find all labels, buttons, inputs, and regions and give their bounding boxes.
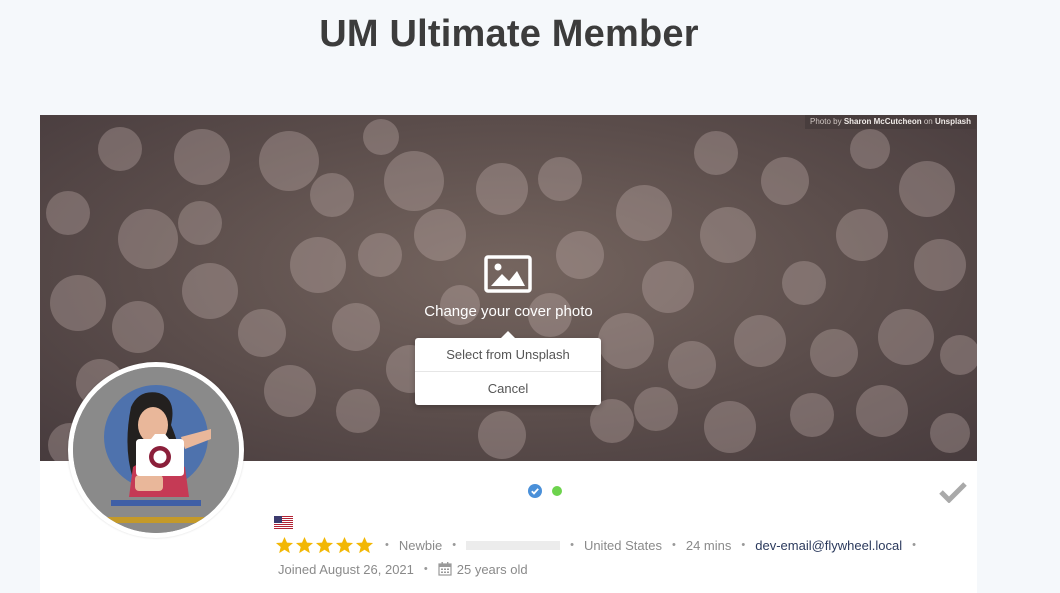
email-link[interactable]: dev-email@flywheel.local: [755, 538, 902, 553]
meta-separator: •: [452, 539, 457, 551]
joined-date: Joined August 26, 2021: [278, 561, 414, 577]
credit-source[interactable]: Unsplash: [935, 117, 971, 126]
verified-badge-icon: [528, 484, 542, 498]
profile-meta-primary: • Newbie • • United States • 24 mins • d…: [275, 535, 926, 555]
cover-photo-menu: Select from Unsplash Cancel: [415, 331, 601, 405]
last-seen: 24 mins: [685, 537, 732, 553]
credit-prefix: Photo by: [810, 117, 842, 126]
credit-author[interactable]: Sharon McCutcheon: [844, 117, 922, 126]
star-icon: [355, 536, 374, 553]
star-icon: [335, 536, 354, 553]
checkmark-icon[interactable]: [939, 481, 967, 503]
online-status-dot: [552, 486, 562, 496]
credit-middle: on: [923, 117, 933, 126]
cancel-option[interactable]: Cancel: [415, 372, 601, 405]
star-icon: [295, 536, 314, 553]
page-title: UM Ultimate Member: [319, 13, 699, 55]
user-role: Newbie: [398, 537, 443, 553]
meta-separator: •: [570, 539, 574, 551]
camera-icon[interactable]: [136, 434, 184, 476]
star-rating: [275, 536, 375, 555]
image-icon[interactable]: [484, 255, 532, 295]
user-age: 25 years old: [456, 561, 528, 577]
profile-meta-secondary: Joined August 26, 2021 • 25 years old: [278, 559, 528, 579]
meta-separator: •: [423, 563, 428, 575]
star-icon: [315, 536, 334, 553]
select-from-unsplash-option[interactable]: Select from Unsplash: [415, 338, 601, 371]
change-cover-label[interactable]: Change your cover photo: [340, 303, 677, 320]
profile-card: Photo by Sharon McCutcheon on Unsplash C…: [40, 115, 977, 593]
meta-separator: •: [912, 539, 916, 551]
profile-photo[interactable]: [73, 367, 239, 533]
meta-separator: •: [741, 539, 746, 551]
cover-photo-credit[interactable]: Photo by Sharon McCutcheon on Unsplash: [805, 115, 976, 129]
meta-separator: •: [671, 539, 676, 551]
star-icon: [275, 536, 294, 553]
calendar-icon: [438, 562, 452, 576]
meta-separator: •: [385, 539, 389, 551]
user-country: United States: [583, 537, 662, 553]
us-flag-icon: [274, 516, 293, 529]
profile-photo-frame: [68, 362, 244, 538]
field-placeholder: [466, 540, 561, 550]
